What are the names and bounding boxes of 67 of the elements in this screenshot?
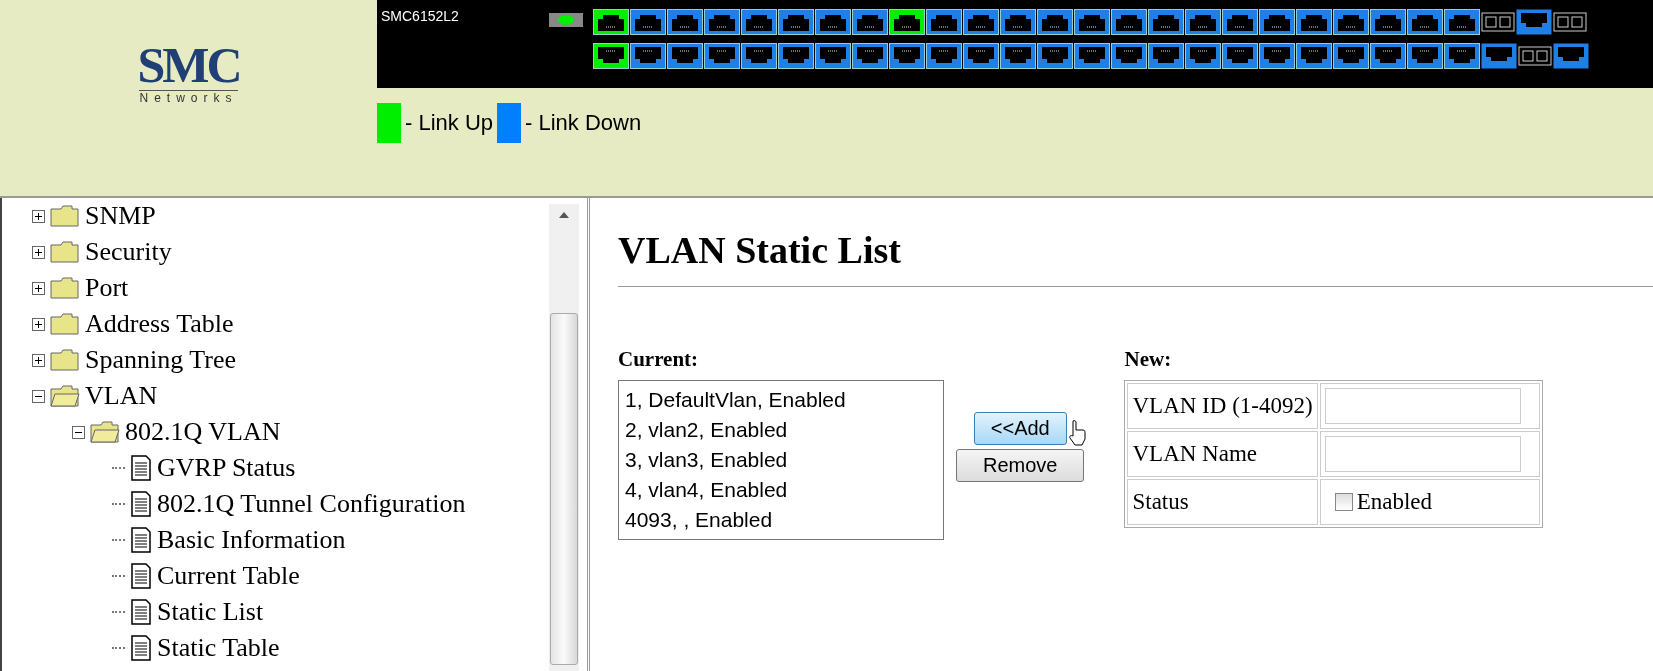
expander-icon[interactable] bbox=[32, 389, 45, 403]
document-icon bbox=[130, 455, 152, 481]
field-label: Status bbox=[1127, 479, 1318, 525]
tree-item[interactable]: 802.1Q VLAN bbox=[125, 417, 281, 447]
remove-button[interactable]: Remove bbox=[956, 449, 1085, 482]
folder-icon bbox=[50, 205, 80, 227]
new-label: New: bbox=[1124, 347, 1173, 372]
tree-item[interactable]: 802.1Q Tunnel Configuration bbox=[157, 489, 466, 519]
folder-icon bbox=[50, 277, 80, 299]
tree-item[interactable]: VLAN bbox=[85, 381, 158, 411]
port-icon bbox=[1553, 43, 1589, 69]
tree-item[interactable]: GVRP Status bbox=[157, 453, 296, 483]
legend-label: - Link Up bbox=[405, 110, 494, 136]
scroll-up-icon[interactable] bbox=[559, 212, 569, 218]
expander-icon[interactable] bbox=[32, 209, 45, 223]
tree-item[interactable]: Static List bbox=[157, 597, 264, 627]
led-icon bbox=[549, 13, 583, 27]
folder-icon bbox=[50, 349, 80, 371]
current-label: Current: bbox=[618, 347, 700, 372]
combo-slot-icon bbox=[1518, 43, 1552, 69]
tree-item[interactable]: SNMP bbox=[85, 201, 156, 231]
folder-icon bbox=[50, 241, 80, 263]
list-option[interactable]: 2, vlan2, Enabled bbox=[625, 415, 937, 445]
checkbox[interactable] bbox=[1334, 493, 1353, 511]
port-icon bbox=[1481, 43, 1517, 69]
checkbox-label: Enabled bbox=[1356, 489, 1432, 515]
expander-icon[interactable] bbox=[32, 245, 45, 259]
tree-item[interactable]: Static Table bbox=[157, 633, 280, 663]
folder-icon bbox=[50, 385, 80, 407]
add-button[interactable]: <<Add bbox=[973, 412, 1067, 445]
tree-item[interactable]: Security bbox=[85, 237, 172, 267]
input-field[interactable] bbox=[1324, 436, 1521, 472]
document-icon bbox=[130, 491, 152, 517]
field-label: VLAN ID (1-4092) bbox=[1127, 383, 1318, 429]
expander-icon[interactable] bbox=[32, 281, 45, 295]
folder-icon bbox=[90, 421, 120, 443]
document-icon bbox=[130, 635, 152, 661]
vlan-listbox[interactable]: 1, DefaultVlan, Enabled 2, vlan2, Enabled 3, vlan3, Enabled 4, vlan4, Enabled 4093, , Enabled bbox=[618, 380, 944, 540]
list-option[interactable]: 1, DefaultVlan, Enabled bbox=[625, 385, 937, 415]
logo-brand: SMC bbox=[137, 40, 240, 90]
document-icon bbox=[130, 563, 152, 589]
expander-icon[interactable] bbox=[32, 353, 45, 367]
document-icon bbox=[130, 599, 152, 625]
tree-item[interactable]: Address Table bbox=[85, 309, 234, 339]
combo-slot-icon bbox=[1553, 9, 1587, 35]
input-field[interactable] bbox=[1324, 388, 1521, 424]
tree-item[interactable]: Basic Information bbox=[157, 525, 346, 555]
folder-icon bbox=[50, 313, 80, 335]
list-option[interactable]: 4093, , Enabled bbox=[625, 505, 937, 535]
tree-item[interactable]: Spanning Tree bbox=[85, 345, 236, 375]
list-option[interactable]: 4, vlan4, Enabled bbox=[625, 475, 937, 505]
cursor-icon bbox=[1068, 420, 1086, 446]
document-icon bbox=[130, 527, 152, 553]
tree-item[interactable]: Current Table bbox=[157, 561, 300, 591]
expander-icon[interactable] bbox=[72, 425, 85, 439]
legend-label: - Link Down bbox=[525, 110, 642, 136]
tree-item[interactable]: Port bbox=[85, 273, 129, 303]
scroll-thumb[interactable] bbox=[550, 313, 578, 665]
logo-tagline: Networks bbox=[139, 90, 238, 105]
port-icon bbox=[1516, 9, 1552, 35]
expander-icon[interactable] bbox=[32, 317, 45, 331]
scrollbar[interactable] bbox=[549, 204, 579, 671]
page-title: VLAN Static List bbox=[618, 228, 902, 273]
field-label: VLAN Name bbox=[1127, 431, 1318, 477]
combo-slot-icon bbox=[1481, 9, 1515, 35]
list-option[interactable]: 3, vlan3, Enabled bbox=[625, 445, 937, 475]
model-name: SMC6152L2 bbox=[381, 8, 460, 24]
